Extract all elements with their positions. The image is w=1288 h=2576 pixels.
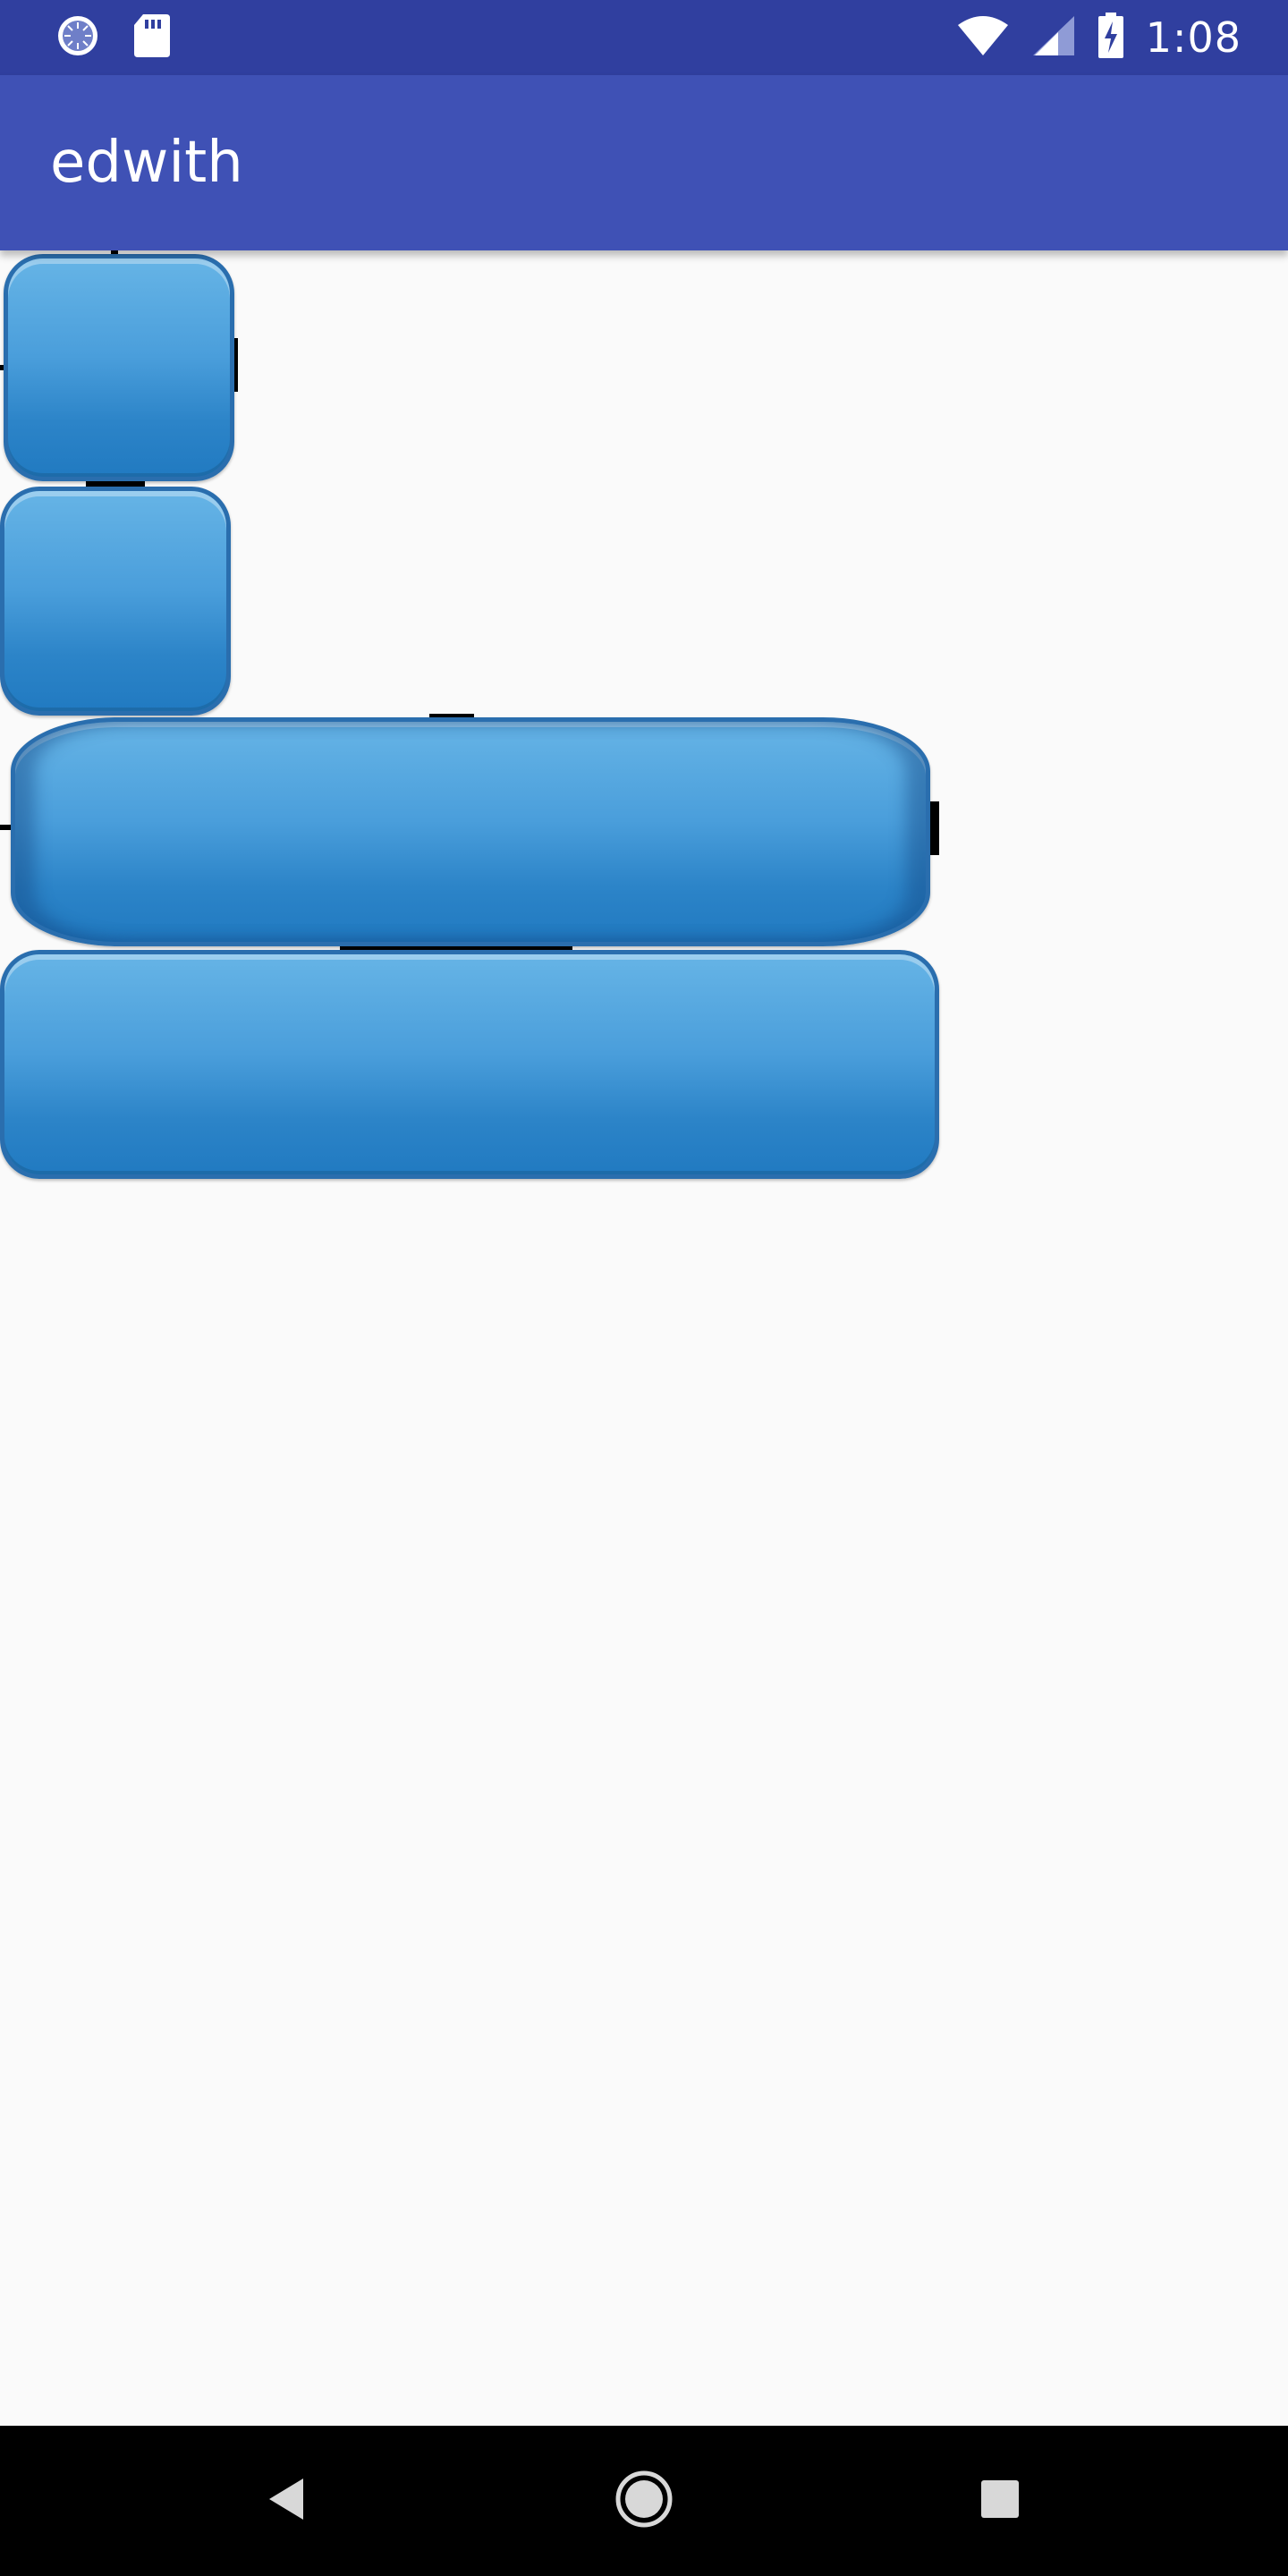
glossy-button-wide[interactable] bbox=[0, 950, 939, 1179]
sd-card-icon bbox=[132, 13, 172, 64]
loading-icon bbox=[55, 13, 100, 63]
home-button[interactable] bbox=[599, 2456, 689, 2546]
status-bar: 1:08 bbox=[0, 0, 1288, 75]
content-area bbox=[0, 250, 1288, 2426]
signal-icon bbox=[1031, 14, 1076, 62]
status-right-icons: 1:08 bbox=[956, 12, 1241, 64]
app-title: edwith bbox=[50, 130, 243, 196]
status-left-icons bbox=[55, 13, 172, 63]
navigation-bar bbox=[0, 2426, 1288, 2576]
glossy-button-small-2[interactable] bbox=[0, 487, 231, 716]
recents-icon bbox=[979, 2479, 1021, 2524]
app-bar: edwith bbox=[0, 75, 1288, 250]
back-icon bbox=[264, 2475, 309, 2528]
battery-charging-icon bbox=[1097, 12, 1124, 64]
glossy-button-small-1[interactable] bbox=[4, 254, 234, 481]
glossy-button-wide-stretched[interactable] bbox=[11, 717, 930, 946]
status-time: 1:08 bbox=[1145, 13, 1241, 62]
back-button[interactable] bbox=[242, 2456, 331, 2546]
recents-button[interactable] bbox=[955, 2456, 1045, 2546]
home-icon bbox=[613, 2468, 675, 2535]
screen: 1:08 edwith bbox=[0, 0, 1288, 2576]
wifi-icon bbox=[956, 14, 1010, 62]
